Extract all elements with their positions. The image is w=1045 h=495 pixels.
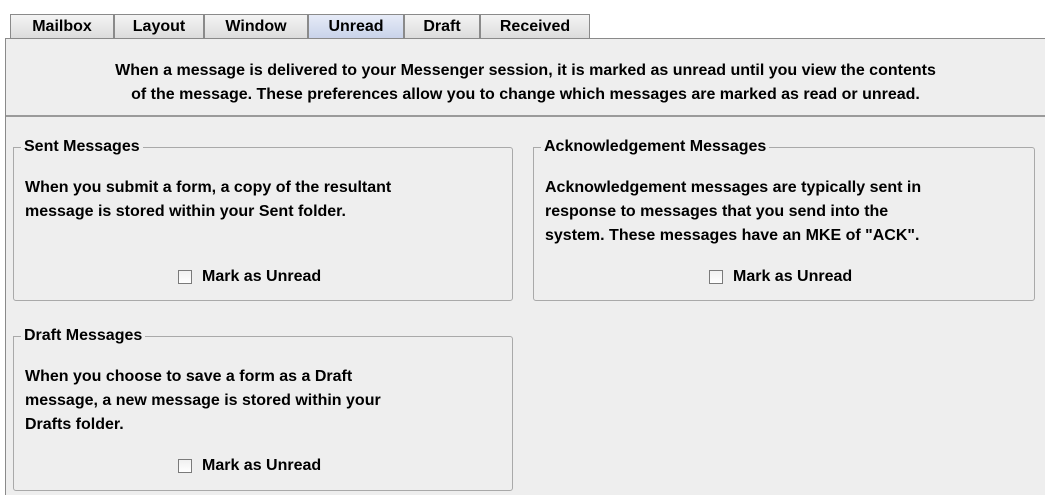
sent-messages-description: When you submit a form, a copy of the re… <box>25 176 391 224</box>
ack-mark-unread-label: Mark as Unread <box>733 268 853 285</box>
ack-mark-unread-checkbox[interactable]: Mark as Unread <box>709 268 852 286</box>
acknowledgement-messages-line: system. These messages have an MKE of "A… <box>545 227 920 244</box>
tab-bar: Mailbox Layout Window Unread Draft Recei… <box>0 0 1045 38</box>
checkbox-box[interactable] <box>178 459 192 473</box>
description-line-1: When a message is delivered to your Mess… <box>115 62 936 79</box>
acknowledgement-messages-line: response to messages that you send into … <box>545 203 889 220</box>
sent-mark-unread-label: Mark as Unread <box>202 268 322 285</box>
acknowledgement-messages-description: Acknowledgement messages are typically s… <box>545 176 921 248</box>
description-text: When a message is delivered to your Mess… <box>6 39 1045 117</box>
acknowledgement-messages-group: Acknowledgement Messages Acknowledgement… <box>533 138 1035 301</box>
acknowledgement-messages-line: Acknowledgement messages are typically s… <box>545 179 922 196</box>
draft-messages-line: When you choose to save a form as a Draf… <box>25 368 353 385</box>
tab-unread[interactable]: Unread <box>308 14 404 38</box>
draft-messages-line: Drafts folder. <box>25 416 124 433</box>
draft-messages-description: When you choose to save a form as a Draf… <box>25 365 381 437</box>
sent-messages-group: Sent Messages When you submit a form, a … <box>13 138 513 301</box>
sent-mark-unread-checkbox[interactable]: Mark as Unread <box>178 268 321 286</box>
checkbox-box[interactable] <box>709 270 723 284</box>
draft-mark-unread-label: Mark as Unread <box>202 457 322 474</box>
acknowledgement-messages-title: Acknowledgement Messages <box>541 138 770 156</box>
draft-messages-group: Draft Messages When you choose to save a… <box>13 327 513 491</box>
draft-mark-unread-checkbox[interactable]: Mark as Unread <box>178 457 321 475</box>
draft-messages-line: message, a new message is stored within … <box>25 392 381 409</box>
tab-mailbox[interactable]: Mailbox <box>10 14 114 38</box>
unread-preferences-panel: When a message is delivered to your Mess… <box>5 38 1045 495</box>
description-line-2: of the message. These preferences allow … <box>131 86 920 103</box>
tab-received[interactable]: Received <box>480 14 590 38</box>
sent-messages-line: When you submit a form, a copy of the re… <box>25 179 392 196</box>
draft-messages-title: Draft Messages <box>21 327 146 345</box>
tab-window[interactable]: Window <box>204 14 308 38</box>
tab-draft[interactable]: Draft <box>404 14 480 38</box>
sent-messages-line: message is stored within your Sent folde… <box>25 203 346 220</box>
checkbox-box[interactable] <box>178 270 192 284</box>
tab-layout[interactable]: Layout <box>114 14 204 38</box>
sent-messages-title: Sent Messages <box>21 138 143 156</box>
